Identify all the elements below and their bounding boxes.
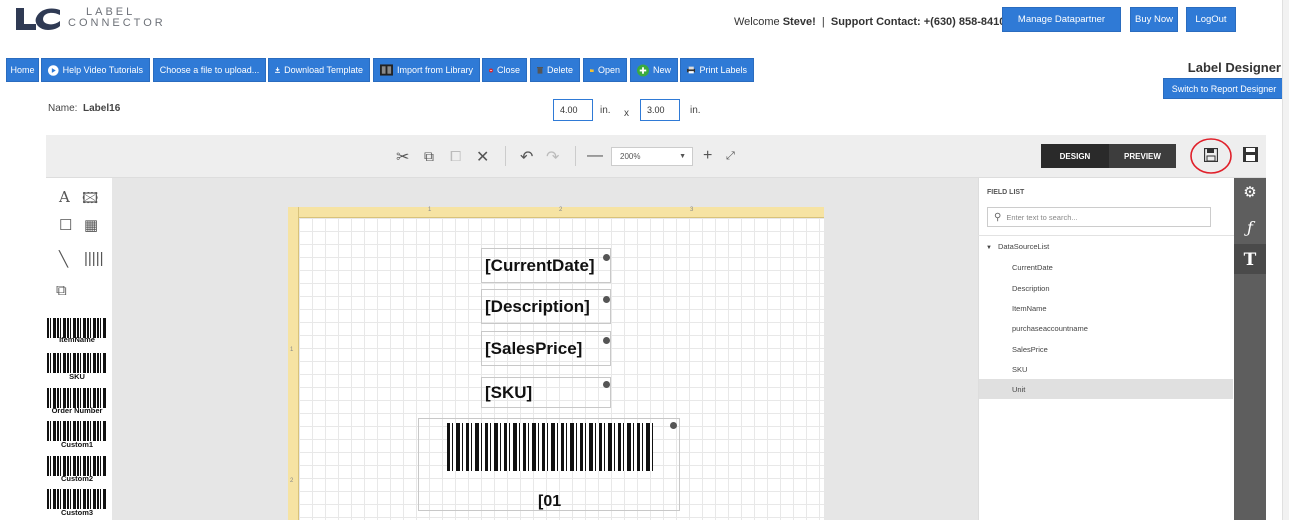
home-button[interactable]: Home — [6, 58, 39, 82]
library-icon — [380, 64, 393, 76]
tab-preview[interactable]: PREVIEW — [1109, 144, 1176, 168]
tree-root[interactable]: ▼ DataSourceList — [986, 242, 1049, 251]
new-button[interactable]: New — [630, 58, 678, 82]
barcode-sku-icon[interactable] — [47, 353, 107, 373]
redo-icon[interactable]: ↷ — [546, 147, 559, 167]
choose-file-button[interactable]: Choose a file to upload... — [153, 58, 266, 82]
open-button[interactable]: Open — [583, 58, 627, 82]
caret-down-icon: ▼ — [986, 245, 992, 251]
paste-icon[interactable]: ⧠ — [450, 148, 461, 165]
trash-icon — [537, 67, 543, 74]
highlight-circle-annotation — [1190, 138, 1232, 174]
zoom-in-icon[interactable]: + — [703, 147, 712, 165]
plus-circle-icon — [637, 64, 649, 76]
lock-icon — [603, 254, 610, 261]
lock-icon — [670, 422, 677, 429]
field-current-date[interactable]: [CurrentDate] — [481, 248, 611, 283]
close-button[interactable]: Close — [482, 58, 527, 82]
lock-icon — [603, 296, 610, 303]
save-as-icon[interactable] — [1243, 147, 1258, 162]
help-video-button[interactable]: Help Video Tutorials — [41, 58, 150, 82]
barcode-graphic — [447, 423, 653, 471]
barcode-custom2-icon[interactable] — [47, 456, 107, 476]
field-list-item[interactable]: purchaseaccountname — [1012, 324, 1088, 333]
barcode-label: SKU — [69, 372, 85, 381]
printer-icon — [687, 66, 696, 74]
field-list-item[interactable]: CurrentDate — [1012, 263, 1053, 272]
field-list-item[interactable]: ItemName — [1012, 304, 1047, 313]
logout-button[interactable]: LogOut — [1186, 7, 1236, 32]
chevron-down-icon: ▼ — [679, 153, 686, 160]
download-template-button[interactable]: Download Template — [268, 58, 370, 82]
width-unit: in. — [600, 105, 611, 116]
image-tool-icon[interactable]: 🖾 — [82, 188, 98, 213]
cut-icon[interactable]: ✂ — [396, 147, 409, 167]
lock-icon — [603, 381, 610, 388]
barcode-tool-icon[interactable]: ||||| — [84, 250, 103, 267]
barcode-label: Custom3 — [60, 508, 94, 517]
line-tool-icon[interactable]: ╲ — [59, 250, 68, 268]
support-contact: Support Contact: +(630) 858-8410 — [830, 16, 1006, 28]
field-sales-price[interactable]: [SalesPrice] — [481, 331, 611, 366]
rectangle-tool-icon[interactable]: ☐ — [59, 216, 72, 234]
delete-button[interactable]: Delete — [530, 58, 580, 82]
ruler-horizontal: 1 2 3 — [288, 207, 824, 218]
play-icon — [48, 64, 59, 76]
label-connector-logo-icon — [16, 8, 60, 30]
delete-x-icon[interactable]: ✕ — [476, 147, 489, 167]
gear-icon[interactable]: ⚙ — [1234, 183, 1266, 201]
field-description[interactable]: [Description] — [481, 289, 611, 324]
zoom-out-icon[interactable]: — — [587, 147, 603, 165]
zoom-select[interactable]: 200% ▼ — [611, 147, 693, 166]
barcode-text: [01 — [538, 493, 562, 510]
text-tool-icon[interactable]: A — [59, 188, 70, 206]
field-sku[interactable]: [SKU] — [481, 377, 611, 408]
manage-datapartner-button[interactable]: Manage Datapartner — [1002, 7, 1121, 32]
barcode-custom3-icon[interactable] — [47, 489, 107, 509]
close-circle-icon — [489, 68, 493, 72]
table-tool-icon[interactable]: ▦ — [84, 216, 98, 234]
undo-icon[interactable]: ↶ — [520, 147, 533, 167]
field-list-item[interactable]: SKU — [1012, 365, 1027, 374]
copy-icon[interactable]: ⧉ — [424, 148, 434, 165]
divider — [505, 146, 506, 166]
divider — [575, 146, 576, 166]
label-name: Name: Label16 — [48, 103, 121, 114]
times-sign: x — [624, 108, 629, 119]
field-list-item-selected[interactable]: Unit — [1012, 385, 1025, 394]
logo-text: LABEL CONNECTOR — [68, 6, 166, 29]
barcode-label: Custom1 — [60, 440, 94, 449]
lock-icon — [603, 337, 610, 344]
width-input[interactable]: 4.00 — [553, 99, 593, 121]
function-icon[interactable]: ƒ — [1234, 218, 1266, 237]
page-scrollbar[interactable] — [1282, 0, 1289, 520]
ruler-vertical: 1 2 — [288, 207, 299, 520]
field-list-tab-icon[interactable]: T — [1234, 250, 1266, 270]
divider — [978, 235, 1234, 236]
import-library-button[interactable]: Import from Library — [373, 58, 480, 82]
switch-report-designer-button[interactable]: Switch to Report Designer — [1163, 78, 1285, 99]
welcome-text: Welcome Steve! | Support Contact: +(630)… — [734, 16, 1006, 28]
field-list-item[interactable]: SalesPrice — [1012, 345, 1048, 354]
fullscreen-icon[interactable]: ⤢ — [726, 150, 735, 163]
height-input[interactable]: 3.00 — [640, 99, 680, 121]
height-unit: in. — [690, 105, 701, 116]
download-icon — [275, 67, 281, 73]
page-title: Label Designer — [1187, 60, 1281, 75]
field-search-input[interactable]: ⚲ Enter text to search... — [987, 207, 1211, 227]
folder-icon — [590, 68, 594, 72]
barcode-label: Custom2 — [60, 474, 94, 483]
search-icon: ⚲ — [994, 211, 1002, 223]
barcode-order-number-icon[interactable] — [47, 388, 107, 408]
buy-now-button[interactable]: Buy Now — [1130, 7, 1178, 32]
field-list-title: FIELD LIST — [987, 189, 1025, 196]
shape-tool-icon[interactable]: ⧉ — [56, 282, 67, 299]
field-list-item[interactable]: Description — [1012, 284, 1050, 293]
print-labels-button[interactable]: Print Labels — [680, 58, 754, 82]
barcode-label: ItemName — [59, 335, 95, 344]
barcode-custom1-icon[interactable] — [47, 421, 107, 441]
barcode-label: Order Number — [51, 406, 103, 415]
tab-design[interactable]: DESIGN — [1041, 144, 1109, 168]
